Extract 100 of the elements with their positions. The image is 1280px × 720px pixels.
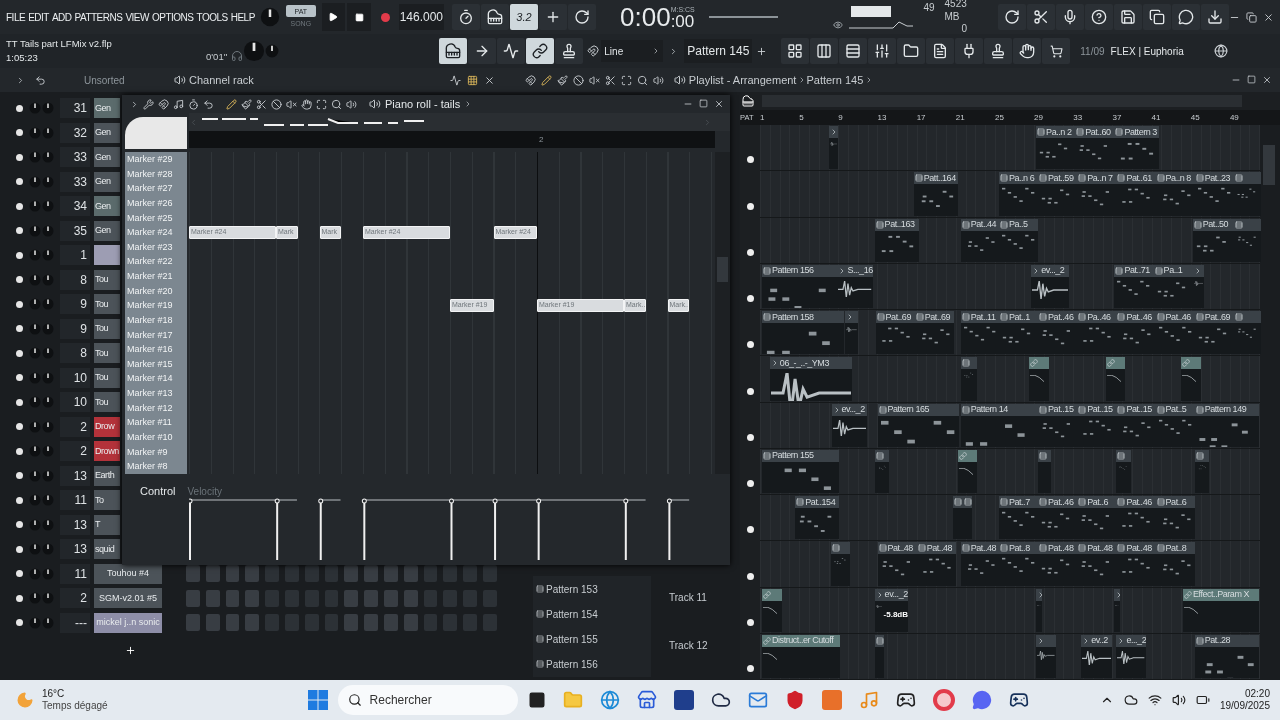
pattern-clip[interactable]: Pat..48 [960,542,999,586]
pattern-clip[interactable]: Pat..6 [1155,496,1195,540]
marker-key[interactable]: Marker #11 [125,415,187,430]
playlist-track[interactable]: Patt..164 Pa..n 6 Pat..59 Pa..n 7 Pat..61 Pa..n 8 Pat..23 [760,171,1260,218]
channel-button[interactable]: Earth [94,465,120,486]
pattern-clip[interactable]: Pat..1 [998,311,1039,355]
marker-key[interactable]: Marker #16 [125,342,187,357]
pattern-clip[interactable]: Pattern 14 [960,403,1039,447]
audio-clip[interactable]: ev..._2 [1031,264,1070,308]
channel-button[interactable]: Gen [94,122,120,143]
pattern-clip[interactable]: Pat..11 [960,311,999,355]
marker-key[interactable]: Marker #15 [125,356,187,372]
mixer-track-number[interactable]: 13 [60,514,90,535]
marker-key[interactable]: Marker #8 [125,459,187,474]
tempo-display[interactable]: 146.000 [398,4,444,30]
pattern-clip[interactable]: Pa..n 8 [1155,172,1195,216]
pattern-clip[interactable]: Pattern 149 [1194,403,1260,447]
pattern-clip[interactable]: Pat..48 [877,542,917,586]
news-headline[interactable]: FLEX | Euphoria [1110,43,1184,59]
marker-key[interactable]: Marker #21 [125,269,187,284]
playlist-track[interactable]: Pattern 156 S..._16 ev..._2 Pat..71 Pa..1 [760,263,1260,310]
channel-button[interactable]: SGM-v2.01 #5 [94,588,162,609]
pattern-clip[interactable]: Pa..n 7 [1077,172,1117,216]
mixer-track-number[interactable]: 34 [60,196,90,217]
pattern-clip[interactable]: Pat..50 [1192,218,1234,262]
audio-clip[interactable]: ev..._2 [831,403,867,447]
pattern-clip[interactable]: Pat..5 [1155,403,1195,447]
pattern-clip[interactable]: Pa..46 [1077,311,1117,355]
marker-key[interactable]: Marker #25 [125,210,187,226]
pattern-clip[interactable]: Pa..1 [1153,264,1193,308]
pattern-clip[interactable]: Pat..8 [1155,542,1195,586]
pattern-clip[interactable]: Pattern 158 [762,311,845,355]
marker-key[interactable]: Marker #24 [125,225,187,240]
channel-button[interactable]: To [94,490,120,511]
menu-item[interactable]: ADD [51,9,72,25]
channel-button[interactable]: Gen [94,171,120,192]
channel-button[interactable]: Tou [94,294,120,315]
automation-clip[interactable]: Effect..Param X [1182,588,1260,632]
mixer-track-number[interactable]: 31 [60,98,90,119]
mixer-track-number[interactable]: 8 [60,269,90,290]
menu-item[interactable]: PATTERNS [74,9,123,25]
mixer-track-number[interactable]: 13 [60,465,90,486]
channel-button[interactable]: Gen [94,196,120,217]
playlist-track[interactable]: ev..._2 Pattern 165 Pattern 14 Pat..15 Pat..15 Pat..15 Pat..5 Pattern 149 [760,402,1260,449]
pattern-clip[interactable]: Pat..48 [1038,542,1078,586]
marker-key[interactable]: Marker #22 [125,254,187,269]
channel-button[interactable]: Tou [94,367,120,388]
mixer-track-number[interactable]: 11 [60,563,90,584]
pattern-clip[interactable]: Pat..23 [1194,172,1234,216]
pattern-clip[interactable]: Pat..8 [998,542,1039,586]
menu-item[interactable]: FILE [6,9,26,25]
pattern-picker-item[interactable]: Pattern 155 [536,630,648,648]
pattern-clip[interactable]: Pa..n 2 [1036,126,1076,170]
audio-clip[interactable]: e..._2 [1116,634,1146,678]
playlist-track[interactable]: ev..._2 -5.8dB Effect..Param X [760,587,1260,634]
channel-button[interactable]: Tou [94,318,120,339]
timeline-ruler[interactable]: 2 [189,131,715,148]
channel-button[interactable]: Tou [94,392,120,413]
audio-clip[interactable]: ev..2 [1081,634,1113,678]
mixer-track-number[interactable]: 2 [60,588,90,609]
mixer-track-number[interactable]: 10 [60,367,90,388]
channel-button[interactable]: Drown [94,441,120,462]
pattern-picker-item[interactable]: Pattern 154 [536,605,648,623]
channel-button[interactable]: Drow [94,416,120,437]
track-header[interactable]: Track 11 [669,590,708,605]
pattern-clip[interactable]: Pattern 165 [877,403,959,447]
menu-item[interactable]: VIEW [125,9,149,25]
playlist-track[interactable]: Distruct..er Cutoff ev..2 e..._2 Pat..28 [760,633,1260,680]
pattern-clip[interactable]: Pat..69 [914,311,954,355]
playlist-track[interactable]: Pat..48 Pat..48 Pat..48 Pat..8 Pat..48 Pat..48 Pat..48 Pat..8 [760,541,1260,588]
mixer-track-number[interactable]: 8 [60,343,90,364]
pattern-clip[interactable]: Pat..59 [1038,172,1078,216]
pattern-clip[interactable]: Pat..28 [1194,634,1260,678]
mixer-track-number[interactable]: 13 [60,539,90,560]
mixer-track-number[interactable]: 33 [60,171,90,192]
control-label[interactable]: Control [140,482,176,500]
mixer-track-number[interactable]: 1 [60,245,90,266]
pattern-clip[interactable]: Pat..44 [960,218,999,262]
filter-select[interactable]: Unsorted [84,72,154,88]
pattern-clip[interactable]: Pat..69 [1194,311,1234,355]
mixer-track-number[interactable]: 9 [60,294,90,315]
marker-key[interactable]: Marker #17 [125,327,187,343]
pattern-clip[interactable]: Patt..164 [913,172,958,216]
pattern-clip[interactable]: Pat..61 [1116,172,1156,216]
playlist-track[interactable]: Pattern 155 [760,448,1260,495]
channel-button[interactable]: squid [94,539,120,560]
pattern-clip[interactable]: Pat..48 [916,542,956,586]
pattern-clip[interactable]: Pat..7 [998,496,1039,540]
mixer-track-number[interactable]: --- [60,612,90,633]
playlist-track[interactable]: 06_-_..-_YM3 [760,356,1260,403]
marker-key[interactable]: Marker #18 [125,312,187,328]
mixer-track-number[interactable]: 2 [60,416,90,437]
marker-key[interactable]: Marker #28 [125,166,187,182]
pattern-clip[interactable]: Pat..15 [1038,403,1078,447]
mixer-track-number[interactable]: 11 [60,490,90,511]
pattern-clip[interactable]: Pattern 155 [762,449,840,493]
search-field[interactable]: Rechercher [337,685,518,715]
pattern-clip[interactable]: Pat..46 [1038,311,1078,355]
playlist-ruler[interactable]: 1 5 9 13 17 21 25 29 33 37 41 45 49 [760,110,1280,125]
pattern-clip[interactable]: Pat..48 [1116,542,1156,586]
